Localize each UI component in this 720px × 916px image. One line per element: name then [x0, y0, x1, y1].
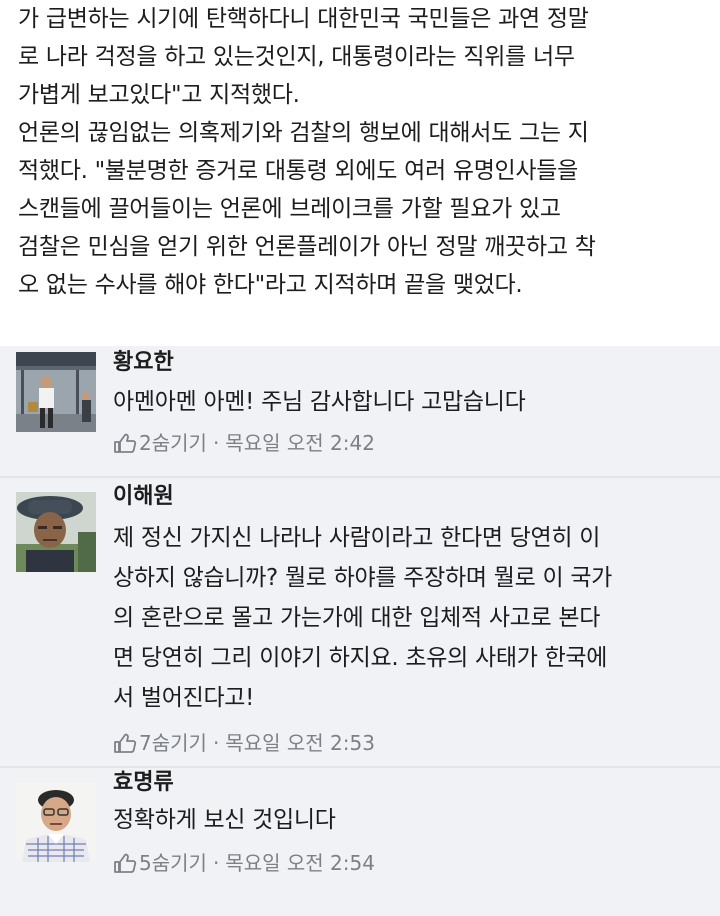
meta-separator: ·	[212, 731, 220, 755]
article-line: 언론의 끊임없는 의혹제기와 검찰의 행보에 대해서도 그는 지	[18, 120, 589, 146]
avatar[interactable]	[16, 492, 96, 572]
comment-line: 정확하게 보신 것입니다	[113, 807, 336, 833]
avatar[interactable]	[16, 782, 96, 862]
comment-item: 이해원 제 정신 가지신 나라나 사람이라고 한다면 당연히 이 상하지 않습니…	[0, 478, 720, 764]
hide-link[interactable]: 숨기기	[152, 848, 207, 878]
like-count[interactable]: 2	[139, 428, 152, 458]
article-line: 가볍게 보고있다"고 지적했다.	[18, 82, 300, 108]
commenter-name[interactable]: 효명류	[113, 768, 710, 798]
comment-meta: 7 숨기기 · 목요일 오전 2:53	[113, 728, 710, 758]
article-line: 로 나라 걱정을 하고 있는것인지, 대통령이라는 직위를 너무	[18, 44, 575, 70]
commenter-name[interactable]: 황요한	[113, 348, 710, 378]
comment-text: 제 정신 가지신 나라나 사람이라고 한다면 당연히 이 상하지 않습니까? 뭘…	[113, 518, 710, 718]
hide-link[interactable]: 숨기기	[152, 728, 207, 758]
article-line: 가 급변하는 시기에 탄핵하다니 대한민국 국민들은 과연 정말	[18, 6, 589, 32]
meta-separator: ·	[212, 431, 220, 455]
thumbs-up-icon[interactable]	[113, 852, 137, 874]
article-line: 스캔들에 끌어들이는 언론에 브레이크를 가할 필요가 있고	[18, 196, 561, 222]
article-line: 적했다. "불분명한 증거로 대통령 외에도 여러 유명인사들을	[18, 158, 578, 184]
hide-link[interactable]: 숨기기	[152, 428, 207, 458]
comment-meta: 5 숨기기 · 목요일 오전 2:54	[113, 848, 710, 878]
meta-separator: ·	[212, 851, 220, 875]
comment-line: 상하지 않습니까? 뭘로 하야를 주장하며 뭘로 이 국가	[113, 565, 613, 591]
article-line: 검찰은 민심을 얻기 위한 언론플레이가 아닌 정말 깨끗하고 착	[18, 234, 596, 260]
thumbs-up-icon[interactable]	[113, 432, 137, 454]
article-text: 가 급변하는 시기에 탄핵하다니 대한민국 국민들은 과연 정말 로 나라 걱정…	[18, 0, 702, 304]
comment-body: 이해원 제 정신 가지신 나라나 사람이라고 한다면 당연히 이 상하지 않습니…	[113, 482, 710, 758]
comment-text: 아멘아멘 아멘! 주님 감사합니다 고맙습니다	[113, 382, 710, 422]
comment-body: 효명류 정확하게 보신 것입니다 5 숨기기 · 목요일 오전 2:54	[113, 768, 710, 878]
avatar[interactable]	[16, 352, 96, 432]
comment-list: 황요한 아멘아멘 아멘! 주님 감사합니다 고맙습니다 2 숨기기 · 목요일 …	[0, 346, 720, 916]
like-count[interactable]: 5	[139, 848, 152, 878]
comment-line: 아멘아멘 아멘! 주님 감사합니다 고맙습니다	[113, 389, 526, 415]
article-line: 오 없는 수사를 해야 한다"라고 지적하며 끝을 맺었다.	[18, 272, 523, 298]
comment-timestamp[interactable]: 목요일 오전 2:53	[225, 728, 375, 758]
comment-line: 서 벌어진다고!	[113, 685, 255, 711]
comment-timestamp[interactable]: 목요일 오전 2:42	[225, 428, 375, 458]
comment-item: 효명류 정확하게 보신 것입니다 5 숨기기 · 목요일 오전 2:54	[0, 768, 720, 916]
comment-line: 제 정신 가지신 나라나 사람이라고 한다면 당연히 이	[113, 525, 601, 551]
comment-line: 의 혼란으로 몰고 가는가에 대한 입체적 사고로 본다	[113, 605, 601, 631]
comment-item: 황요한 아멘아멘 아멘! 주님 감사합니다 고맙습니다 2 숨기기 · 목요일 …	[0, 346, 720, 476]
comment-meta: 2 숨기기 · 목요일 오전 2:42	[113, 428, 710, 458]
like-count[interactable]: 7	[139, 728, 152, 758]
commenter-name[interactable]: 이해원	[113, 482, 710, 512]
thumbs-up-icon[interactable]	[113, 732, 137, 754]
comment-text: 정확하게 보신 것입니다	[113, 800, 710, 840]
comment-line: 면 당연히 그리 이야기 하지요. 초유의 사태가 한국에	[113, 645, 608, 671]
comment-timestamp[interactable]: 목요일 오전 2:54	[225, 848, 375, 878]
article-body: 가 급변하는 시기에 탄핵하다니 대한민국 국민들은 과연 정말 로 나라 걱정…	[0, 0, 720, 346]
comment-body: 황요한 아멘아멘 아멘! 주님 감사합니다 고맙습니다 2 숨기기 · 목요일 …	[113, 348, 710, 458]
